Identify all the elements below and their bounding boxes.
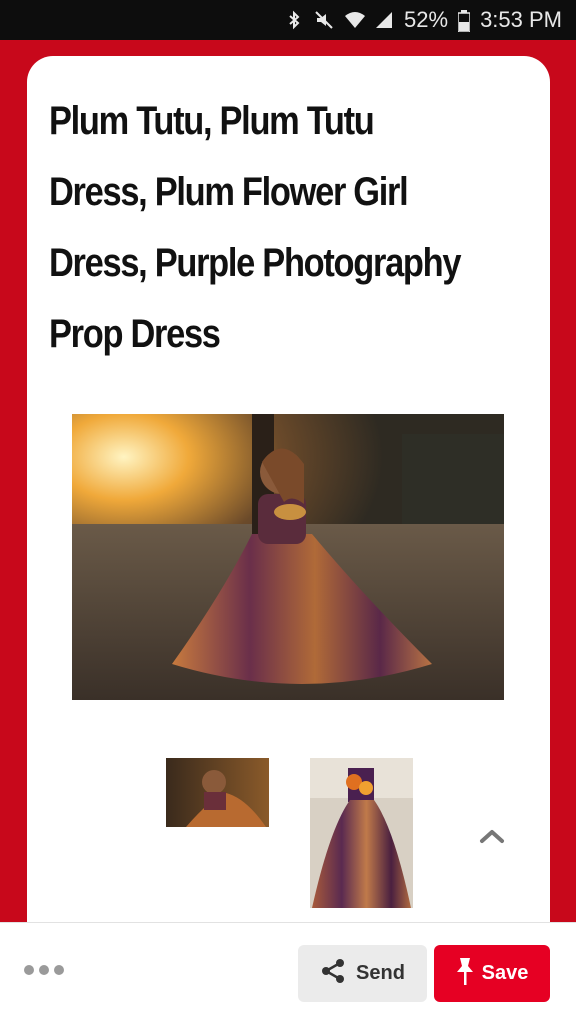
share-icon	[320, 958, 346, 990]
battery-percent: 52%	[404, 7, 449, 32]
clock: 3:53 PM	[480, 7, 562, 32]
main-pin-image[interactable]	[72, 414, 504, 700]
mute-icon	[314, 10, 334, 30]
thumbnail-image[interactable]	[166, 758, 269, 827]
bluetooth-icon	[284, 10, 304, 30]
send-button[interactable]: Send	[298, 945, 427, 1002]
wifi-icon	[344, 10, 366, 30]
pin-card: Plum Tutu, Plum Tutu Dress, Plum Flower …	[27, 56, 550, 956]
action-bar: Send Save	[0, 922, 576, 1024]
save-button[interactable]: Save	[434, 945, 550, 1002]
more-dots-icon[interactable]	[24, 963, 66, 977]
battery-icon	[458, 10, 471, 32]
send-label: Send	[356, 962, 405, 984]
pin-title: Plum Tutu, Plum Tutu Dress, Plum Flower …	[49, 99, 462, 356]
signal-icon	[374, 10, 394, 30]
status-bar: 52% 3:53 PM	[0, 0, 576, 40]
thumbnail-image[interactable]	[310, 758, 413, 908]
save-label: Save	[481, 962, 529, 984]
pin-icon	[456, 956, 474, 992]
chevron-up-icon[interactable]	[479, 826, 505, 844]
